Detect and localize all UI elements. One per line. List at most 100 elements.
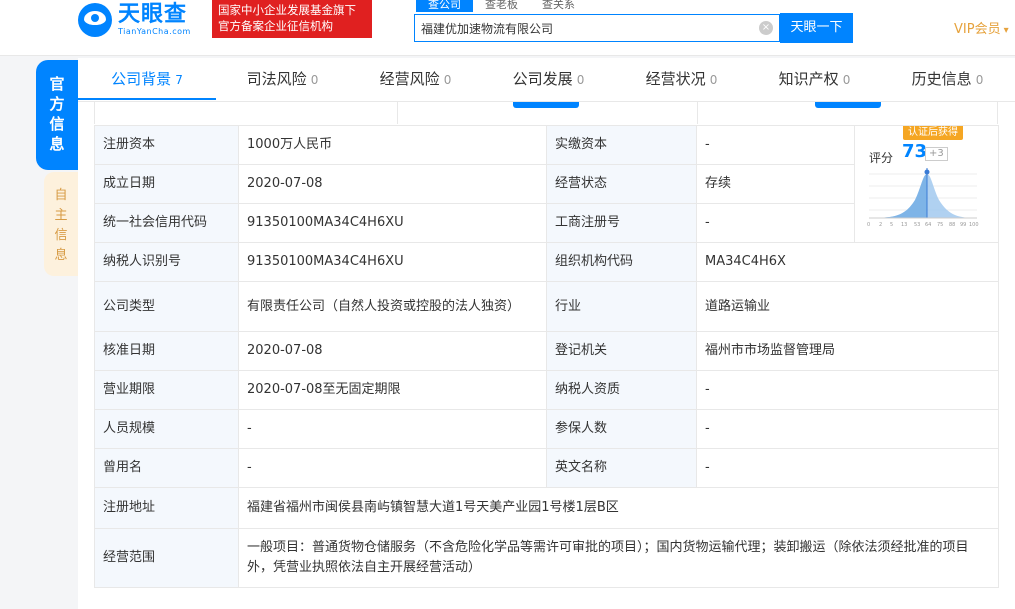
side-tab-official-info[interactable]: 官方信息 bbox=[36, 60, 78, 170]
tab-judicial-risk[interactable]: 司法风险 0 bbox=[216, 58, 349, 100]
tab-company-development[interactable]: 公司发展 0 bbox=[482, 58, 615, 100]
collapsed-button[interactable] bbox=[513, 102, 579, 108]
company-type-value: 有限责任公司（自然人投资或控股的法人独资） bbox=[238, 281, 547, 332]
company-type-label: 公司类型 bbox=[94, 281, 239, 332]
table-row: 注册资本 1000万人民币 实缴资本 - 认证后获得 评分 73 +3 0 2 … bbox=[94, 125, 999, 243]
tab-label: 司法风险 bbox=[246, 70, 307, 88]
tab-count: 7 bbox=[175, 73, 183, 87]
chevron-down-icon: ▾ bbox=[1003, 25, 1009, 36]
tab-history-info[interactable]: 历史信息 0 bbox=[881, 58, 1014, 100]
previous-section-bottom bbox=[94, 102, 998, 124]
tick-label: 99 bbox=[960, 222, 966, 228]
tab-label: 公司背景 bbox=[111, 70, 172, 88]
clear-icon[interactable]: × bbox=[759, 21, 773, 35]
taxpayer-id-label: 纳税人识别号 bbox=[94, 242, 239, 282]
tab-business-status[interactable]: 经营状况 0 bbox=[615, 58, 748, 100]
tab-label: 公司发展 bbox=[512, 70, 573, 88]
reg-capital-value: 1000万人民币 bbox=[238, 125, 547, 165]
insured-value: - bbox=[696, 409, 999, 449]
staff-size-label: 人员规模 bbox=[94, 409, 239, 449]
side-tab-official-label: 官方信息 bbox=[49, 75, 65, 153]
insured-label: 参保人数 bbox=[546, 409, 697, 449]
taxpayer-id-value: 91350100MA34C4H6XU bbox=[238, 242, 547, 282]
business-registration-table: 注册资本 1000万人民币 实缴资本 - 认证后获得 评分 73 +3 0 2 … bbox=[94, 125, 999, 588]
divider bbox=[697, 102, 698, 124]
search-button[interactable]: 天眼一下 bbox=[780, 13, 853, 43]
cert-tag: 认证后获得 bbox=[903, 126, 963, 140]
english-name-label: 英文名称 bbox=[546, 448, 697, 488]
est-date-value: 2020-07-08 bbox=[238, 164, 547, 204]
tab-count: 0 bbox=[975, 73, 984, 87]
former-name-label: 曾用名 bbox=[94, 448, 239, 488]
biz-term-value: 2020-07-08至无固定期限 bbox=[238, 370, 547, 410]
status-value: 存续 bbox=[696, 164, 855, 204]
reg-authority-value: 福州市市场监督管理局 bbox=[696, 331, 999, 371]
address-label: 注册地址 bbox=[94, 487, 239, 529]
est-date-label: 成立日期 bbox=[94, 164, 239, 204]
tab-count: 0 bbox=[443, 73, 452, 87]
search-mode-tabs: 查公司 查老板 查关系 bbox=[416, 0, 587, 12]
search-tab-company[interactable]: 查公司 bbox=[416, 0, 473, 12]
biz-term-label: 营业期限 bbox=[94, 370, 239, 410]
side-tab-self-info[interactable]: 自主信息 bbox=[44, 172, 78, 276]
org-code-value: MA34C4H6X bbox=[696, 242, 999, 282]
tab-count: 0 bbox=[842, 73, 851, 87]
approve-date-label: 核准日期 bbox=[94, 331, 239, 371]
paid-capital-label: 实缴资本 bbox=[546, 125, 697, 165]
logo-domain: TianYanCha.com bbox=[118, 27, 191, 36]
scope-value: 一般项目：普通货物仓储服务（不含危险化学品等需许可审批的项目）；国内货物运输代理… bbox=[238, 528, 999, 588]
tab-count: 0 bbox=[576, 73, 585, 87]
taxpayer-qual-label: 纳税人资质 bbox=[546, 370, 697, 410]
tab-operating-risk[interactable]: 经营风险 0 bbox=[349, 58, 482, 100]
table-row: 纳税人识别号 91350100MA34C4H6XU 组织机构代码 MA34C4H… bbox=[94, 242, 999, 282]
eye-logo-icon bbox=[78, 3, 112, 37]
badge-line-2: 官方备案企业征信机构 bbox=[218, 19, 333, 33]
badge-line-1: 国家中小企业发展基金旗下 bbox=[218, 3, 356, 17]
table-row: 营业期限 2020-07-08至无固定期限 纳税人资质 - bbox=[94, 370, 999, 410]
reg-capital-label: 注册资本 bbox=[94, 125, 239, 165]
score-delta: +3 bbox=[925, 147, 948, 161]
status-label: 经营状态 bbox=[546, 164, 697, 204]
collapsed-button[interactable] bbox=[815, 102, 881, 108]
divider bbox=[397, 102, 398, 124]
table-row: 人员规模 - 参保人数 - bbox=[94, 409, 999, 449]
tick-label: 64 bbox=[925, 222, 931, 228]
search-tab-relation[interactable]: 查关系 bbox=[530, 0, 587, 12]
side-tab-self-label: 自主信息 bbox=[54, 188, 68, 263]
credit-code-label: 统一社会信用代码 bbox=[94, 203, 239, 243]
paid-capital-value: - bbox=[696, 125, 855, 165]
tab-label: 经营风险 bbox=[379, 70, 440, 88]
logo[interactable]: 天眼查 TianYanCha.com bbox=[78, 0, 191, 40]
address-value: 福建省福州市闽侯县南屿镇智慧大道1号天美产业园1号楼1层B区 bbox=[238, 487, 999, 529]
vip-label: VIP会员 bbox=[954, 22, 1001, 37]
company-detail-card: 公司背景 7 司法风险 0 经营风险 0 公司发展 0 经营状况 0 知识产权 0 历史信息… bbox=[78, 58, 1015, 609]
tick-label: 75 bbox=[937, 222, 943, 228]
tab-count: 0 bbox=[709, 73, 718, 87]
vip-menu[interactable]: VIP会员 ▾ bbox=[954, 18, 1009, 37]
reg-authority-label: 登记机关 bbox=[546, 331, 697, 371]
org-code-label: 组织机构代码 bbox=[546, 242, 697, 282]
tab-company-background[interactable]: 公司背景 7 bbox=[78, 58, 216, 100]
official-badge: 国家中小企业发展基金旗下 官方备案企业征信机构 bbox=[212, 0, 372, 38]
top-header: 天眼查 TianYanCha.com 国家中小企业发展基金旗下 官方备案企业征信… bbox=[0, 0, 1015, 56]
credit-code-value: 91350100MA34C4H6XU bbox=[238, 203, 547, 243]
taxpayer-qual-value: - bbox=[696, 370, 999, 410]
tick-label: 13 bbox=[901, 222, 907, 228]
tick-label: 0 bbox=[867, 222, 870, 228]
tab-label: 知识产权 bbox=[778, 70, 839, 88]
scope-label: 经营范围 bbox=[94, 528, 239, 588]
biz-reg-no-label: 工商注册号 bbox=[546, 203, 697, 243]
tick-label: 100 bbox=[969, 222, 979, 228]
biz-reg-no-value: - bbox=[696, 203, 855, 243]
search-input[interactable] bbox=[415, 15, 755, 41]
table-row: 经营范围 一般项目：普通货物仓储服务（不含危险化学品等需许可审批的项目）；国内货… bbox=[94, 528, 999, 588]
search-tab-boss[interactable]: 查老板 bbox=[473, 0, 530, 12]
table-row: 核准日期 2020-07-08 登记机关 福州市市场监督管理局 bbox=[94, 331, 999, 371]
score-label: 评分 bbox=[869, 151, 894, 165]
logo-text: 天眼查 bbox=[118, 2, 188, 27]
tab-intellectual-property[interactable]: 知识产权 0 bbox=[748, 58, 881, 100]
credit-score-panel[interactable]: 认证后获得 评分 73 +3 0 2 5 13 53 64 75 88 99 1… bbox=[854, 125, 999, 243]
search-box: × bbox=[414, 14, 780, 42]
table-row: 曾用名 - 英文名称 - bbox=[94, 448, 999, 488]
tick-label: 2 bbox=[879, 222, 882, 228]
